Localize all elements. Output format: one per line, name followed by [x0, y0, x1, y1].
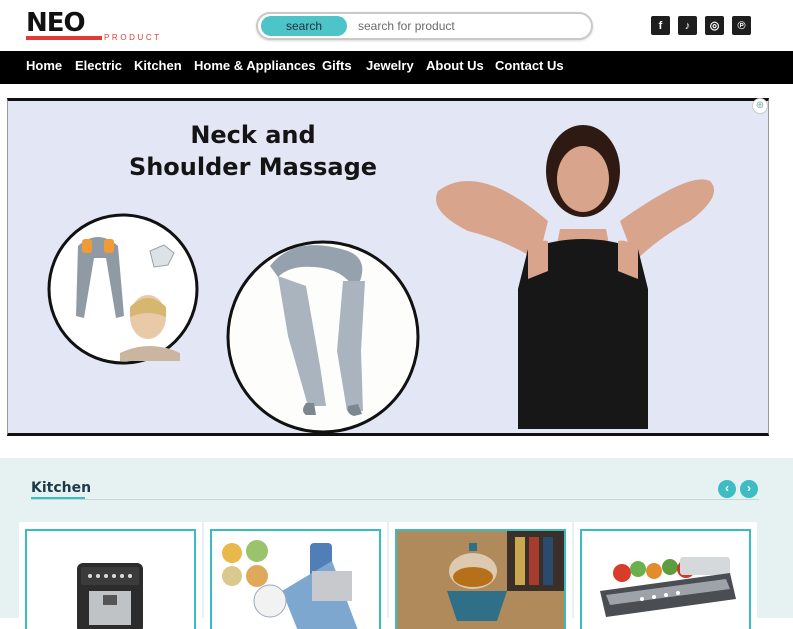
coffee-machine-image — [77, 563, 143, 629]
product-circle-small — [47, 213, 199, 365]
tea-set-image — [397, 531, 564, 629]
section-title-underline — [31, 497, 85, 499]
product-card[interactable] — [389, 522, 572, 629]
facebook-icon[interactable]: f — [651, 16, 670, 35]
kitchen-section: Kitchen ‹ › — [0, 458, 793, 629]
brand-underline — [26, 36, 102, 40]
section-title: Kitchen — [31, 480, 92, 496]
brand-logo[interactable]: NEO PRODUCT — [26, 10, 166, 44]
product-card[interactable] — [19, 522, 202, 629]
carousel-prev-icon[interactable]: ‹ — [718, 480, 736, 498]
nav-item-home[interactable]: Home — [26, 51, 62, 84]
product-image-frame — [210, 529, 381, 629]
nav-item-kitchen[interactable]: Kitchen — [134, 51, 182, 84]
social-links: f ♪ ◎ ℗ — [651, 16, 751, 35]
search-bar: search — [256, 12, 593, 40]
brand-name: NEO — [26, 8, 86, 38]
nav-item-jewelry[interactable]: Jewelry — [366, 51, 414, 84]
hero-banner[interactable]: Neck and Shoulder Massage — [7, 98, 769, 436]
nav-item-electric[interactable]: Electric — [75, 51, 122, 84]
product-image-frame — [395, 529, 566, 629]
section-divider — [31, 499, 759, 500]
image-zoom-icon[interactable]: ⊕ — [752, 98, 768, 114]
nav-item-gifts[interactable]: Gifts — [322, 51, 352, 84]
vacuum-sealer-image — [600, 557, 736, 617]
carousel-next-icon[interactable]: › — [740, 480, 758, 498]
nav-item-about-us[interactable]: About Us — [426, 51, 484, 84]
banner-artwork — [47, 125, 715, 433]
pinterest-icon[interactable]: ℗ — [732, 16, 751, 35]
search-button[interactable]: search — [261, 16, 347, 36]
brand-tagline: PRODUCT — [104, 33, 162, 42]
product-image-frame — [580, 529, 751, 629]
product-card[interactable] — [204, 522, 387, 629]
search-input[interactable] — [358, 16, 583, 36]
vegetable-slicer-image — [222, 540, 358, 629]
instagram-icon[interactable]: ◎ — [705, 16, 724, 35]
tiktok-icon[interactable]: ♪ — [678, 16, 697, 35]
nav-item-contact-us[interactable]: Contact Us — [495, 51, 564, 84]
product-card[interactable] — [574, 522, 757, 629]
site-header: NEO PRODUCT search f ♪ ◎ ℗ — [0, 0, 793, 52]
main-nav: Home Electric Kitchen Home & Appliances … — [0, 51, 793, 84]
product-image-frame — [25, 529, 196, 629]
nav-item-home-appliances[interactable]: Home & Appliances — [194, 51, 316, 84]
